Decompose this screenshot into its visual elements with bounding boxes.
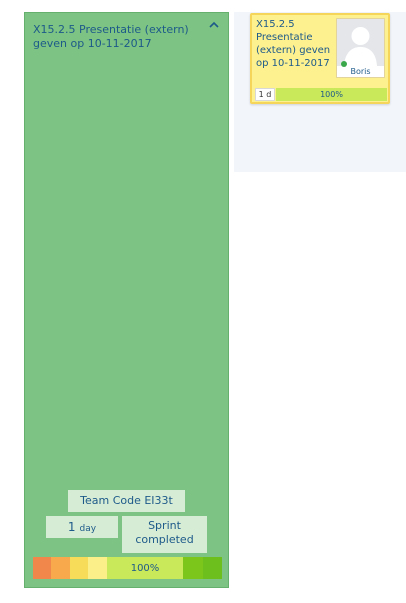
collapse-chevron-icon[interactable] <box>207 17 221 31</box>
scale-segment-6 <box>203 557 222 579</box>
sprint-duration: 1 day <box>46 516 118 538</box>
team-code-label: Team Code EI33t <box>68 490 185 512</box>
sprint-progress-label: 100% <box>107 557 183 579</box>
status-line-2: completed <box>135 533 194 546</box>
scale-segment-1 <box>33 557 51 579</box>
scale-segment-2 <box>51 557 70 579</box>
status-line-1: Sprint <box>148 519 181 532</box>
sprint-progress-strip: 100% <box>33 557 222 579</box>
sprint-title: X15.2.5 Presentatie (extern) geven op 10… <box>33 23 189 50</box>
scale-segment-5 <box>183 557 203 579</box>
card-progress-bar: 100% <box>276 88 387 101</box>
avatar[interactable]: Boris <box>336 18 385 78</box>
task-card[interactable]: X15.2.5 Presentatie (extern) geven op 10… <box>250 13 390 104</box>
card-title: X15.2.5 Presentatie (extern) geven op 10… <box>256 19 331 69</box>
sprint-column: X15.2.5 Presentatie (extern) geven op 10… <box>24 12 229 588</box>
duration-unit: day <box>79 524 97 534</box>
scale-segment-3 <box>70 557 88 579</box>
scale-segment-4 <box>88 557 107 579</box>
card-duration: 1 d <box>255 88 275 101</box>
sprint-status: Sprint completed <box>122 516 207 553</box>
duration-value: 1 <box>67 520 76 534</box>
user-silhouette-icon <box>337 19 384 66</box>
assignee-name: Boris <box>350 67 371 76</box>
